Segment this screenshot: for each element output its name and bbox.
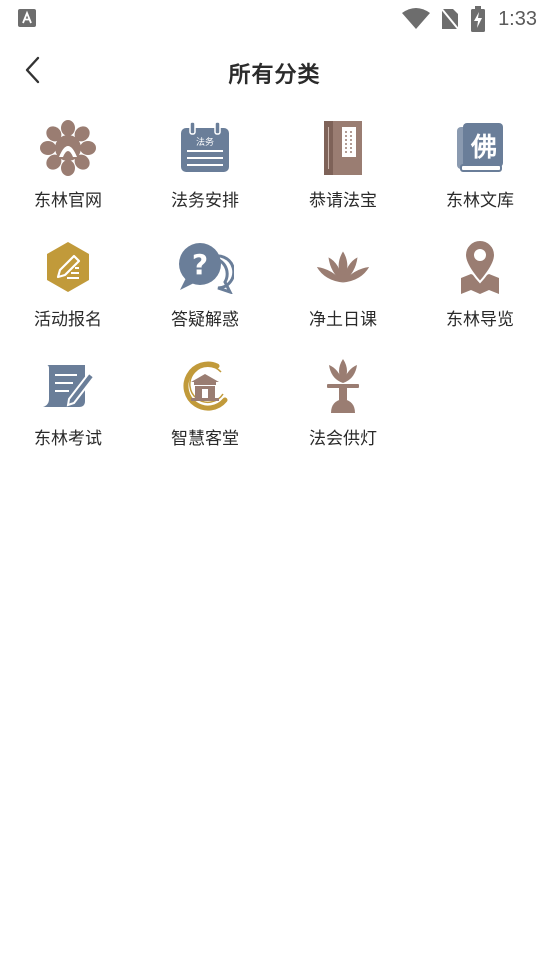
category-item-donglin-exam[interactable]: 东林考试	[13, 356, 123, 456]
category-label: 东林考试	[34, 429, 102, 449]
calendar-icon-text: 法务	[196, 136, 214, 148]
category-item-dharma-schedule[interactable]: 法务 法务安排	[150, 118, 260, 218]
calendar-icon: 法务	[175, 118, 235, 178]
category-item-donglin-library[interactable]: 佛 东林文库	[425, 118, 535, 218]
library-book-icon-text: 佛	[470, 133, 497, 163]
question-bubble-icon: ?	[175, 237, 235, 297]
wifi-icon	[402, 8, 431, 29]
lotus-seal-icon	[38, 118, 98, 178]
lotus-icon	[313, 237, 373, 297]
question-bubble-icon-text: ?	[192, 248, 208, 281]
category-item-donglin-guide[interactable]: 东林导览	[425, 237, 535, 337]
offering-lamp-icon	[313, 356, 373, 416]
category-label: 东林导览	[446, 310, 514, 330]
category-item-qa[interactable]: ? 答疑解惑	[150, 237, 260, 337]
map-pin-icon	[450, 237, 510, 297]
signup-edit-icon	[38, 237, 98, 297]
category-label: 东林文库	[446, 191, 514, 211]
header: 所有分类	[0, 40, 549, 102]
battery-charging-icon	[471, 6, 486, 32]
category-row: 活动报名 ? 答疑解惑 净土日课 东林导览	[0, 237, 549, 347]
temple-hall-icon	[175, 356, 235, 416]
category-row: 东林官网 法务 法务安排 恭请法宝 佛 东林文库	[0, 118, 549, 228]
category-label: 东林官网	[34, 191, 102, 211]
category-item-activity-signup[interactable]: 活动报名	[13, 237, 123, 337]
scripture-book-icon	[313, 118, 373, 178]
page-title: 所有分类	[228, 63, 321, 88]
category-item-pure-land-daily[interactable]: 净土日课	[288, 237, 398, 337]
library-book-icon: 佛	[450, 118, 510, 178]
status-bar: 1:33	[0, 0, 549, 38]
no-sim-icon	[440, 7, 460, 31]
category-label: 活动报名	[34, 310, 102, 330]
category-item-smart-guest-hall[interactable]: 智慧客堂	[150, 356, 260, 456]
category-row: 东林考试 智慧客堂 法会供灯	[0, 356, 549, 466]
category-label: 恭请法宝	[309, 191, 377, 211]
category-label: 智慧客堂	[171, 429, 239, 449]
category-item-donglin-website[interactable]: 东林官网	[13, 118, 123, 218]
accessibility-a-icon	[18, 9, 36, 27]
status-right: 1:33	[402, 5, 537, 33]
category-label: 净土日课	[309, 310, 377, 330]
exam-paper-icon	[38, 356, 98, 416]
category-item-dharma-lamp-offering[interactable]: 法会供灯	[288, 356, 398, 456]
category-label: 法会供灯	[309, 429, 377, 449]
category-label: 答疑解惑	[171, 310, 239, 330]
category-label: 法务安排	[171, 191, 239, 211]
status-time: 1:33	[498, 7, 537, 30]
category-item-request-dharma-treasure[interactable]: 恭请法宝	[288, 118, 398, 218]
